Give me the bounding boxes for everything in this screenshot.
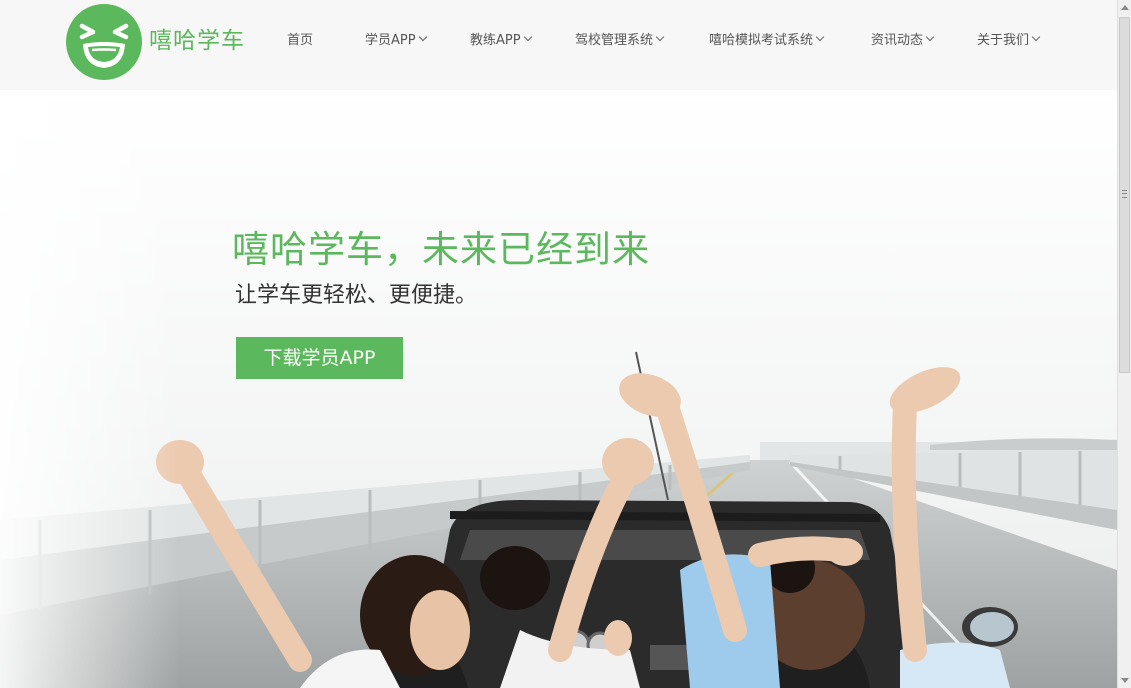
brand-name[interactable]: 嘻哈学车: [149, 26, 245, 56]
grip-icon: [1122, 190, 1127, 198]
nav-item-label: 嘻哈模拟考试系统: [709, 33, 814, 48]
hero-subtitle: 让学车更轻松、更便捷。: [235, 283, 478, 308]
chevron-down-icon: [925, 32, 935, 42]
nav-item-home[interactable]: 首页: [287, 31, 313, 51]
nav-item-label: 学员APP: [365, 33, 416, 48]
site-header: 嘻哈学车 首页 学员APP 教练APP 驾校管理系统 嘻哈模拟考试系统 资讯动态…: [0, 0, 1117, 90]
nav-item-news[interactable]: 资讯动态: [871, 31, 935, 51]
nav-item-label: 驾校管理系统: [575, 33, 654, 48]
nav-item-coach-app[interactable]: 教练APP: [470, 31, 532, 51]
smiley-face-logo-icon[interactable]: [66, 4, 142, 80]
nav-item-about[interactable]: 关于我们: [977, 31, 1041, 51]
hero-title: 嘻哈学车，未来已经到来: [232, 228, 650, 271]
nav-item-label: 首页: [287, 33, 314, 48]
nav-item-student-app[interactable]: 学员APP: [365, 31, 427, 51]
hero-banner: 嘻哈学车，未来已经到来 让学车更轻松、更便捷。 下载学员APP: [0, 90, 1117, 688]
nav-item-label: 资讯动态: [871, 33, 924, 48]
chevron-down-icon: [655, 32, 665, 42]
chevron-down-icon: [815, 32, 825, 42]
chevron-down-icon: [418, 32, 427, 42]
chevron-down-icon: [1031, 32, 1041, 42]
nav-item-label: 关于我们: [977, 33, 1030, 48]
nav-item-label: 教练APP: [470, 33, 521, 48]
scroll-down-arrow-icon[interactable]: [1118, 672, 1131, 688]
page: 嘻哈学车 首页 学员APP 教练APP 驾校管理系统 嘻哈模拟考试系统 资讯动态…: [0, 0, 1131, 688]
download-student-app-button[interactable]: 下载学员APP: [236, 337, 403, 379]
vertical-scrollbar[interactable]: [1117, 0, 1131, 688]
scroll-up-arrow-icon[interactable]: [1118, 0, 1131, 16]
hero-photo: [0, 90, 1117, 688]
chevron-down-icon: [523, 32, 532, 42]
nav-item-school-management[interactable]: 驾校管理系统: [575, 31, 665, 51]
scrollbar-thumb[interactable]: [1119, 17, 1130, 373]
nav-item-mock-exam[interactable]: 嘻哈模拟考试系统: [709, 31, 825, 51]
